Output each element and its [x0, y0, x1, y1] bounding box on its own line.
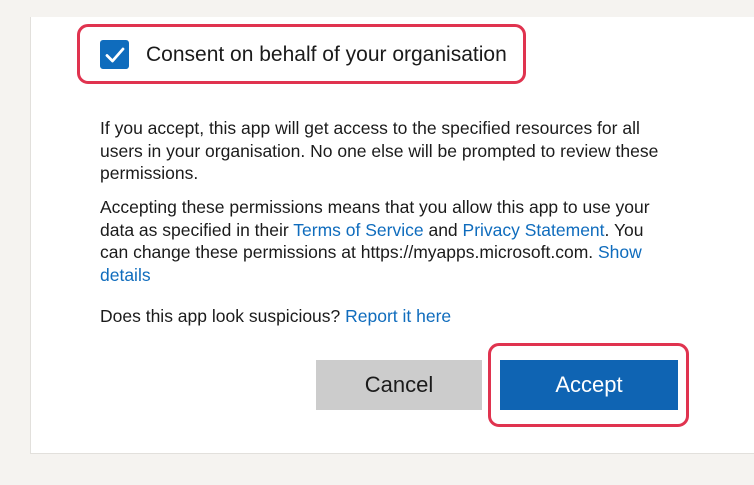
checkmark-icon — [105, 47, 124, 62]
consent-checkbox-row[interactable]: Consent on behalf of your organisation — [100, 40, 507, 69]
page-background — [0, 0, 30, 485]
consent-label: Consent on behalf of your organisation — [146, 42, 507, 66]
consent-checkbox[interactable] — [100, 40, 129, 69]
report-link[interactable]: Report it here — [345, 306, 451, 326]
accept-button[interactable]: Accept — [500, 360, 678, 410]
terms-of-service-link[interactable]: Terms of Service — [293, 220, 423, 240]
privacy-statement-link[interactable]: Privacy Statement — [463, 220, 605, 240]
access-info-text: If you accept, this app will get access … — [100, 118, 659, 183]
suspicious-question: Does this app look suspicious? — [100, 306, 346, 326]
permissions-text-and: and — [423, 219, 463, 240]
cancel-button[interactable]: Cancel — [316, 360, 482, 410]
suspicious-app-text: Does this app look suspicious? Report it… — [100, 305, 670, 328]
permissions-info-text: Accepting these permissions means that y… — [100, 196, 670, 286]
